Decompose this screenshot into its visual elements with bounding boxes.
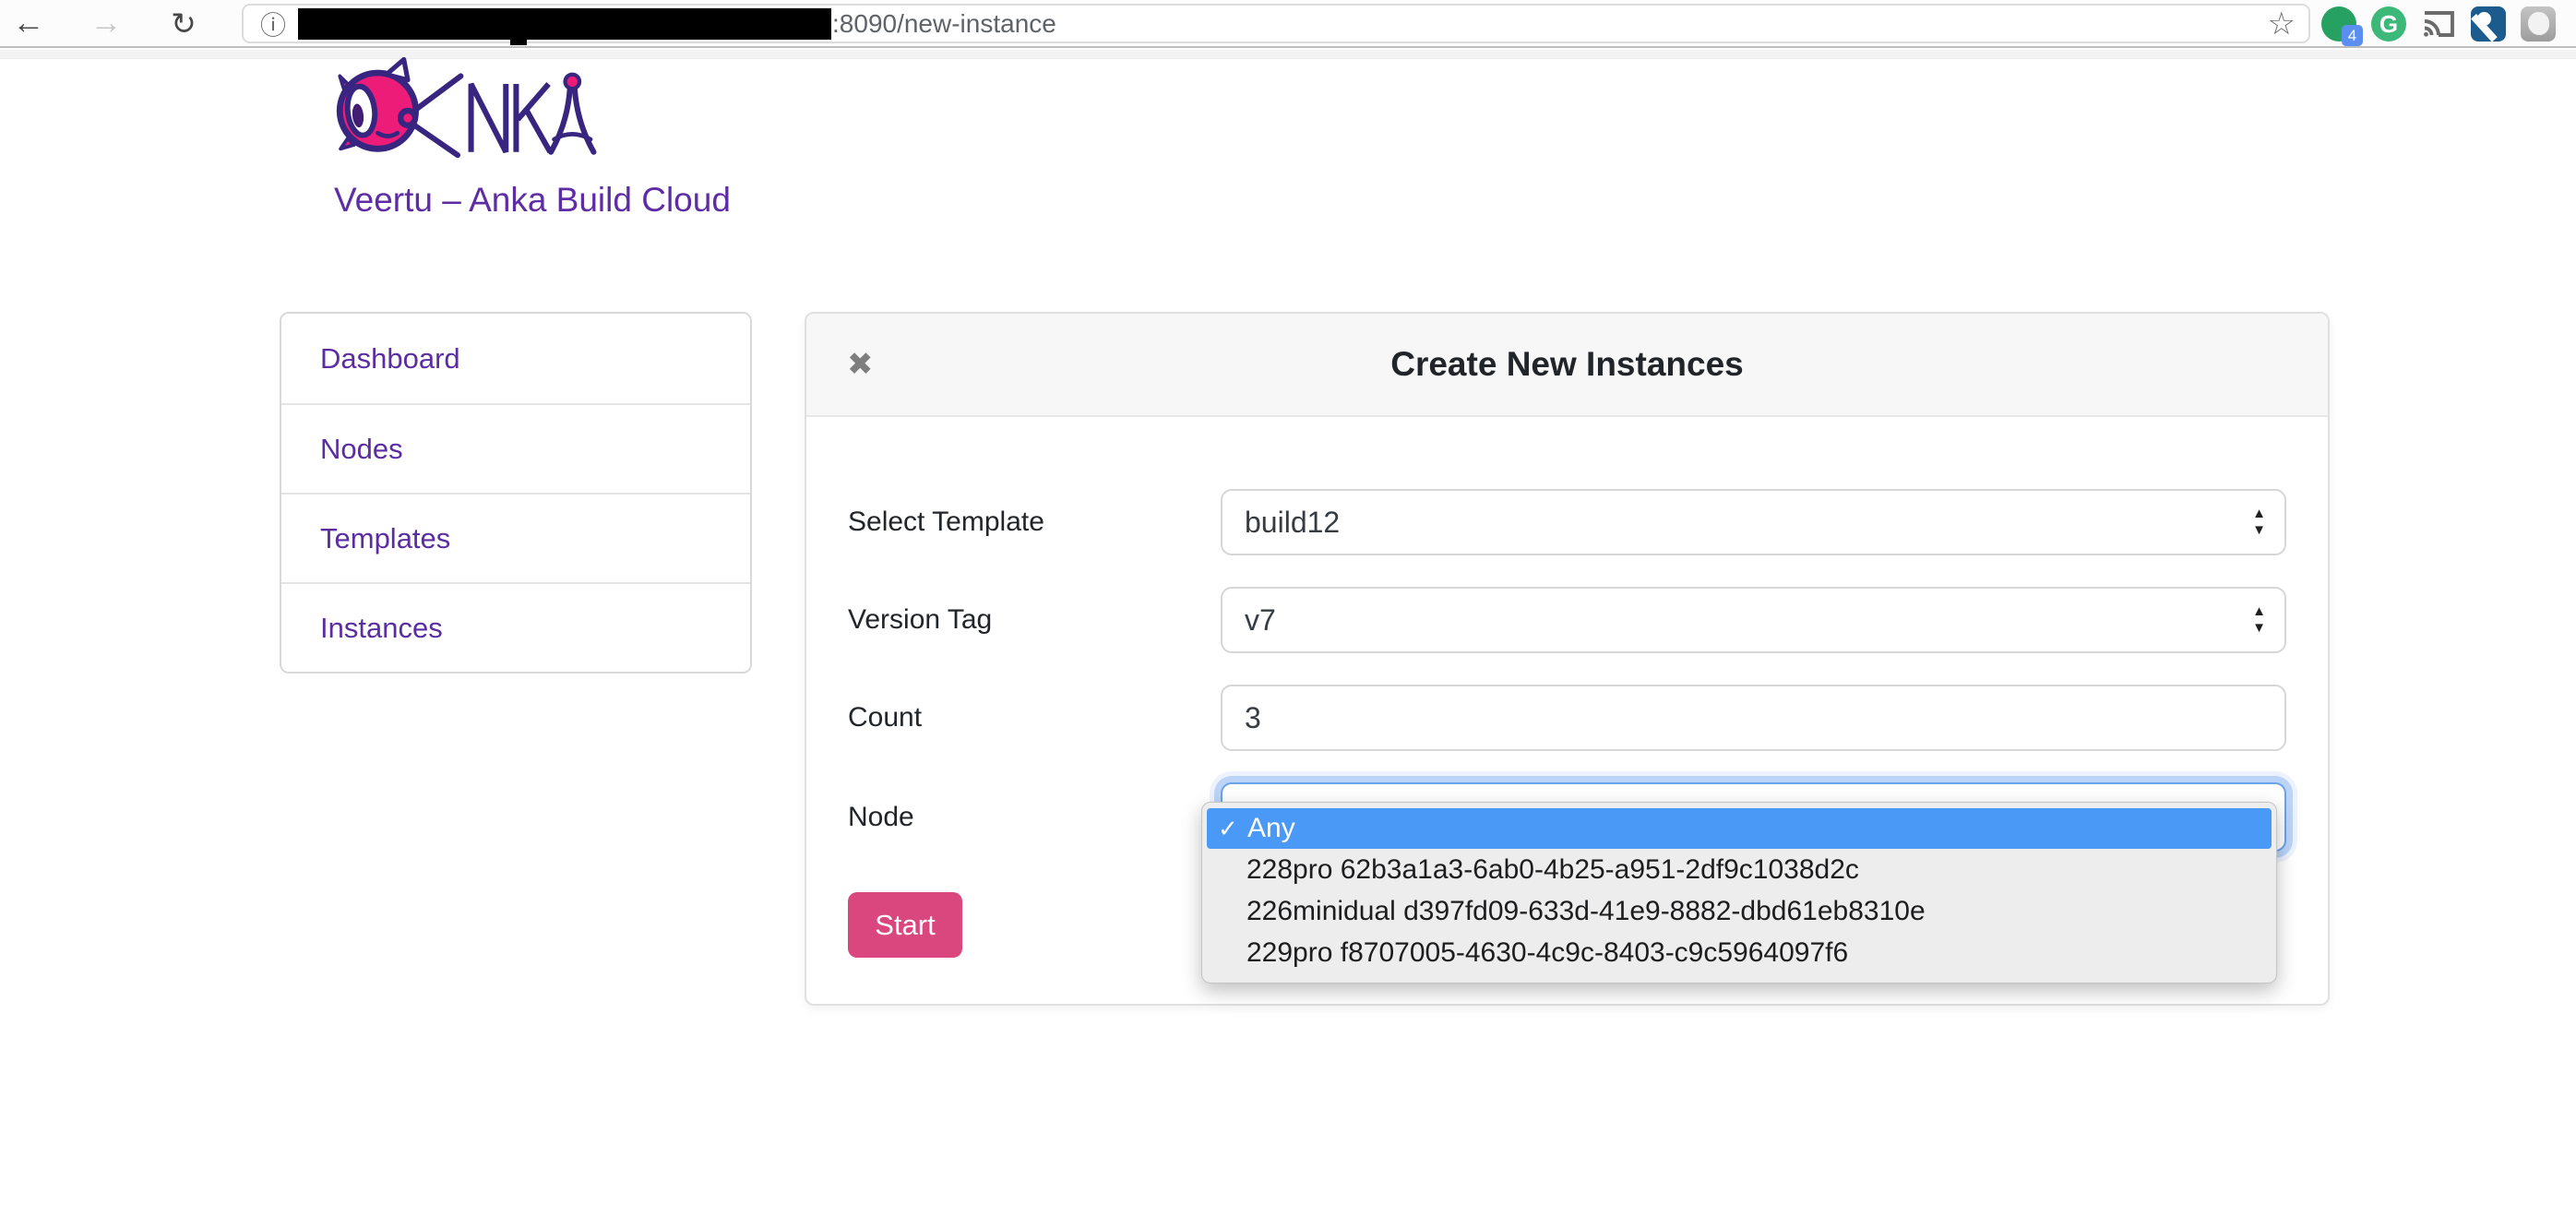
check-icon: ✓ xyxy=(1218,815,1236,843)
version-select-value: v7 xyxy=(1245,603,1276,638)
extension-icons: 4 G xyxy=(2321,6,2556,42)
cast-icon[interactable] xyxy=(2421,6,2456,42)
bookmark-star-icon[interactable]: ☆ xyxy=(2268,6,2296,42)
dropdown-option-228pro[interactable]: 228pro 62b3a1a3-6ab0-4b25-a951-2df9c1038… xyxy=(1202,849,2276,890)
cast-glyph xyxy=(2422,10,2455,38)
extension-gray-icon[interactable] xyxy=(2521,6,2556,42)
create-instances-modal: ✖ Create New Instances Select Template b… xyxy=(805,312,2330,1006)
count-input[interactable] xyxy=(1221,685,2286,751)
form-row-template: Select Template build12 ▲▼ xyxy=(848,489,2286,555)
anka-logo xyxy=(330,55,607,167)
extension-gray-glyph xyxy=(2528,12,2549,35)
grammarly-icon[interactable]: G xyxy=(2371,6,2406,42)
form-row-count: Count xyxy=(848,685,2286,751)
template-select-value: build12 xyxy=(1245,506,1340,540)
sidebar-item-dashboard[interactable]: Dashboard xyxy=(281,314,750,403)
version-select[interactable]: v7 ▲▼ xyxy=(1221,587,2286,653)
select-spinner-icon: ▲▼ xyxy=(2252,605,2266,635)
sidebar-item-templates[interactable]: Templates xyxy=(281,493,750,582)
extension-blue-icon[interactable] xyxy=(2471,6,2506,42)
select-spinner-icon: ▲▼ xyxy=(2252,507,2266,537)
sidebar-nav: Dashboard Nodes Templates Instances xyxy=(280,312,752,674)
start-button[interactable]: Start xyxy=(848,892,962,958)
sidebar-item-nodes[interactable]: Nodes xyxy=(281,403,750,493)
template-select[interactable]: build12 ▲▼ xyxy=(1221,489,2286,555)
reload-icon[interactable]: ↻ xyxy=(162,0,205,46)
forward-icon[interactable]: → xyxy=(85,0,127,46)
node-dropdown-menu: ✓ Any 228pro 62b3a1a3-6ab0-4b25-a951-2df… xyxy=(1201,802,2277,984)
extension-badge: 4 xyxy=(2342,25,2363,46)
template-label: Select Template xyxy=(848,507,1221,538)
screen: ← → ↻ ⓘ :8090/new-instance ☆ 4 G xyxy=(0,0,2576,1216)
dropdown-option-any[interactable]: ✓ Any xyxy=(1207,808,2272,849)
modal-title: Create New Instances xyxy=(1390,345,1744,384)
form-row-version: Version Tag v7 ▲▼ xyxy=(848,587,2286,653)
modal-header: ✖ Create New Instances xyxy=(806,314,2328,417)
back-icon[interactable]: ← xyxy=(7,0,50,46)
version-label: Version Tag xyxy=(848,604,1221,636)
dropdown-option-229pro[interactable]: 229pro f8707005-4630-4c9c-8403-c9c596409… xyxy=(1202,932,2276,973)
node-label: Node xyxy=(848,802,1221,833)
extension-green-icon[interactable]: 4 xyxy=(2321,6,2356,42)
dropdown-option-226minidual[interactable]: 226minidual d397fd09-633d-41e9-8882-dbd6… xyxy=(1202,890,2276,932)
redacted-url-host xyxy=(298,8,831,40)
sidebar-item-instances[interactable]: Instances xyxy=(281,582,750,672)
url-bar[interactable]: ⓘ :8090/new-instance ☆ xyxy=(242,4,2310,43)
url-text: :8090/new-instance xyxy=(832,9,1056,39)
browser-toolbar: ← → ↻ ⓘ :8090/new-instance ☆ 4 G xyxy=(0,0,2576,48)
close-icon[interactable]: ✖ xyxy=(847,346,874,383)
brand-title: Veertu – Anka Build Cloud xyxy=(334,181,731,220)
count-label: Count xyxy=(848,702,1221,733)
page-info-icon[interactable]: ⓘ xyxy=(260,6,286,42)
